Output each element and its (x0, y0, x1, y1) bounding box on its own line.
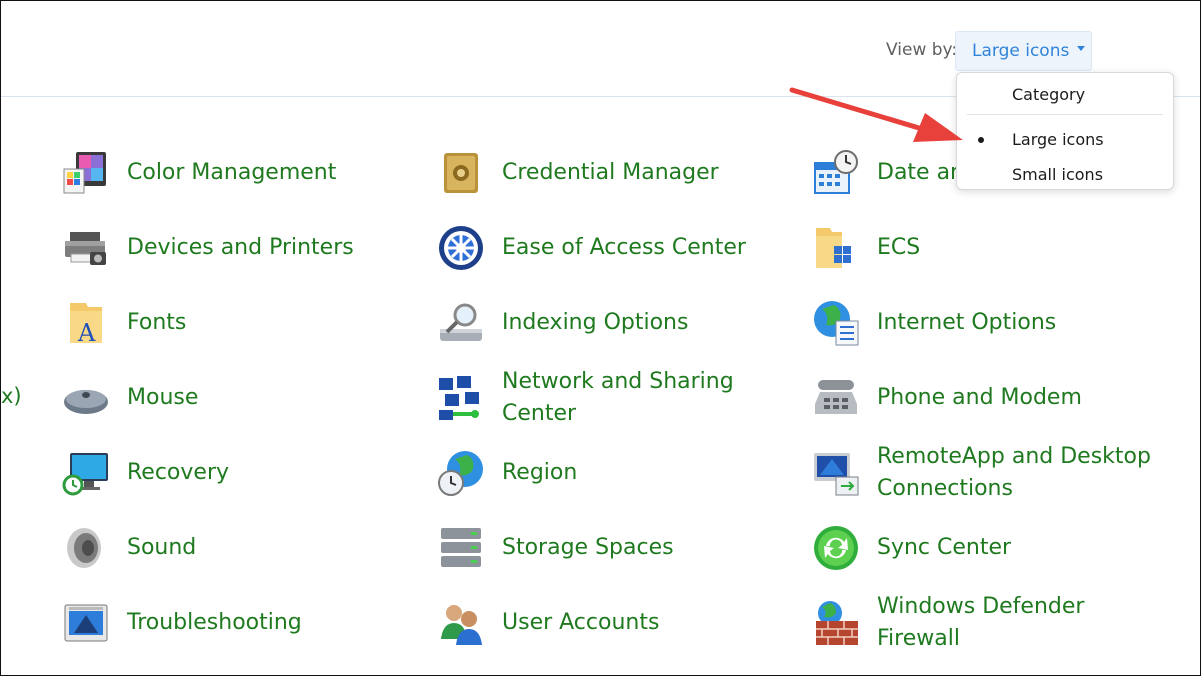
storage-drives-icon (436, 523, 486, 573)
control-panel-item-label: Devices and Printers (127, 235, 354, 260)
control-panel-item[interactable]: Phone and Modem (811, 370, 1082, 426)
calendar-clock-icon (811, 148, 861, 198)
control-panel-item-label: RemoteApp and Desktop Connections (877, 444, 1151, 501)
control-panel-item-label: User Accounts (502, 610, 660, 635)
control-panel-item-label: Fonts (127, 310, 187, 335)
recovery-icon (61, 448, 111, 498)
control-panel-item-label: Indexing Options (502, 310, 689, 335)
control-panel-item-label: Storage Spaces (502, 535, 674, 560)
control-panel-item[interactable]: Sound (61, 520, 196, 576)
control-panel-item[interactable]: Internet Options (811, 295, 1056, 351)
ease-of-access-icon (436, 223, 486, 273)
control-panel-item[interactable]: ECS (811, 220, 920, 276)
control-panel-item-label: Ease of Access Center (502, 235, 746, 260)
view-by-label: View by: (886, 40, 958, 60)
control-panel-item-label: Troubleshooting (127, 610, 302, 635)
menu-item-label: Large icons (1012, 129, 1104, 149)
control-panel-item-label: Network and Sharing Center (502, 369, 734, 426)
control-panel-item[interactable]: A Fonts (61, 295, 186, 351)
control-panel-item-label: Recovery (127, 460, 230, 485)
control-panel-item[interactable]: Region (436, 445, 577, 501)
control-panel-item[interactable]: Recovery (61, 445, 229, 501)
users-icon (436, 598, 486, 648)
control-panel-item[interactable]: Network and Sharing Center (436, 369, 734, 426)
control-panel-item[interactable]: User Accounts (436, 595, 659, 651)
control-panel-item[interactable]: Ease of Access Center (436, 220, 746, 276)
view-by-dropdown[interactable]: Large icons (955, 31, 1092, 71)
control-panel-item[interactable]: Storage Spaces (436, 520, 674, 576)
chevron-down-icon (1077, 46, 1086, 51)
control-panel-item[interactable]: Troubleshooting (61, 595, 302, 651)
control-panel-item[interactable]: Mouse (61, 370, 198, 426)
globe-list-icon (811, 298, 861, 348)
control-panel-item[interactable]: Color Management (61, 145, 336, 201)
control-panel-item-label: Sync Center (877, 535, 1012, 560)
control-panel-item-label: Region (502, 460, 578, 485)
speaker-icon (61, 523, 111, 573)
control-panel-item[interactable]: Windows Defender Firewall (811, 594, 1084, 651)
color-management-icon (61, 148, 111, 198)
remote-desktop-icon (811, 448, 861, 498)
menu-item-label: Small icons (1012, 164, 1104, 184)
control-panel-item[interactable]: Devices and Printers (61, 220, 354, 276)
sync-icon (811, 523, 861, 573)
troubleshooting-icon (61, 598, 111, 648)
menu-separator (967, 114, 1163, 115)
clipped-item-label[interactable]: x) (1, 384, 22, 408)
control-panel-item-label: Windows Defender Firewall (877, 594, 1085, 651)
firewall-icon (811, 598, 861, 648)
control-panel-item-label: ECS (877, 235, 921, 260)
phone-icon (811, 373, 861, 423)
control-panel-window: View by: Large icons x) Color Management… (0, 0, 1201, 676)
region-globe-clock-icon (436, 448, 486, 498)
control-panel-item[interactable]: RemoteApp and Desktop Connections (811, 444, 1151, 501)
view-by-menu: Category Large icons Small icons (956, 72, 1174, 190)
credential-safe-icon (436, 148, 486, 198)
indexing-magnifier-icon (436, 298, 486, 348)
printer-icon (61, 223, 111, 273)
selected-bullet-icon (978, 137, 984, 143)
menu-item-large-icons[interactable]: Large icons (957, 126, 1173, 152)
fonts-folder-icon: A (61, 298, 111, 348)
network-icon (436, 373, 486, 423)
control-panel-item-label: Mouse (127, 385, 199, 410)
folder-cube-icon (811, 223, 861, 273)
menu-item-label: Category (1012, 84, 1086, 104)
svg-text:A: A (77, 319, 96, 347)
control-panel-item-label: Sound (127, 535, 197, 560)
menu-item-small-icons[interactable]: Small icons (957, 161, 1173, 187)
control-panel-item-label: Color Management (127, 160, 337, 185)
control-panel-item-label: Internet Options (877, 310, 1057, 335)
mouse-icon (61, 373, 111, 423)
view-by-value: Large icons (972, 41, 1070, 61)
control-panel-item[interactable]: Indexing Options (436, 295, 688, 351)
control-panel-item-label: Credential Manager (502, 160, 719, 185)
control-panel-item[interactable]: Sync Center (811, 520, 1011, 576)
menu-item-category[interactable]: Category (957, 81, 1173, 107)
control-panel-item[interactable]: Credential Manager (436, 145, 719, 201)
control-panel-item-label: Phone and Modem (877, 385, 1082, 410)
